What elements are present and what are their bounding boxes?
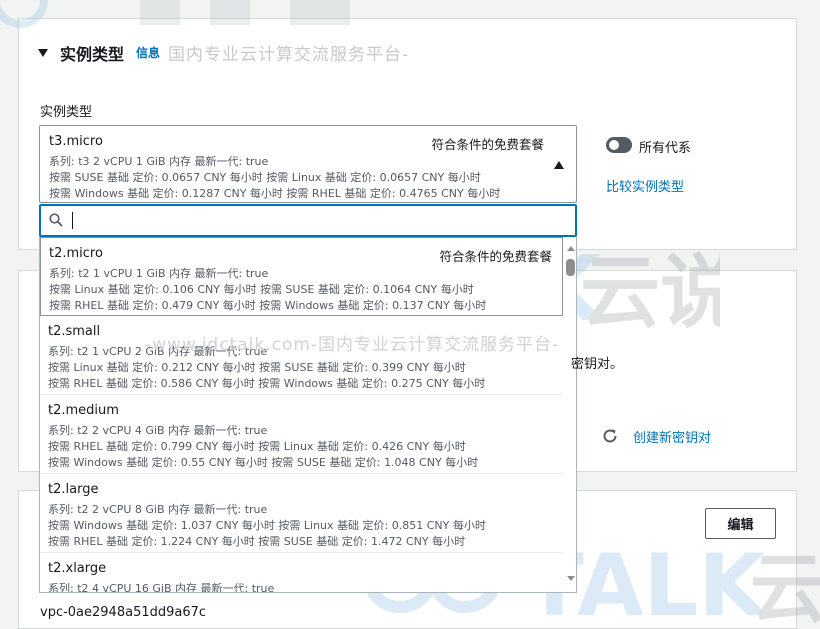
edit-button[interactable]: 编辑 <box>705 508 776 539</box>
watermark-text: -www.idctalk.com-国内专业云计算交流服务平台- <box>145 335 560 355</box>
compare-instance-types-link[interactable]: 比较实例类型 <box>606 176 684 195</box>
instance-search-input[interactable] <box>39 204 577 237</box>
selected-pricing-2: 按需 Windows 基础 定价: 0.1287 CNY 每小时 按需 RHEL… <box>49 187 501 200</box>
refresh-icon[interactable] <box>601 427 619 445</box>
option-name: t2.micro <box>49 246 103 261</box>
text-cursor <box>72 212 73 229</box>
option-t2-micro[interactable]: t2.micro 符合条件的免费套餐 系列: t2 1 vCPU 1 GiB 内… <box>40 237 563 316</box>
option-pricing-2: 按需 RHEL 基础 定价: 1.224 CNY 每小时 按需 SUSE 基础 … <box>48 535 466 548</box>
option-specs: 系列: t2 2 vCPU 4 GiB 内存 最新一代: true <box>48 424 268 437</box>
option-pricing-2: 按需 Windows 基础 定价: 0.55 CNY 每小时 按需 SUSE 基… <box>48 456 479 469</box>
section-header[interactable]: 实例类型 信息 国内专业云计算交流服务平台- <box>38 40 409 65</box>
free-tier-badge: 符合条件的免费套餐 <box>439 249 552 264</box>
instance-type-dropdown[interactable]: t2.micro 符合条件的免费套餐 系列: t2 1 vCPU 1 GiB 内… <box>39 237 577 593</box>
dropdown-scrollbar[interactable] <box>563 237 576 592</box>
all-generations-label: 所有代系 <box>639 141 692 156</box>
option-pricing-2: 按需 RHEL 基础 定价: 0.479 CNY 每小时 按需 Windows … <box>49 299 487 312</box>
scroll-up-icon[interactable] <box>567 246 575 251</box>
option-specs: 系列: t2 2 vCPU 8 GiB 内存 最新一代: true <box>48 503 268 516</box>
create-key-pair-link[interactable]: 创建新密钥对 <box>633 427 711 446</box>
scroll-down-icon[interactable] <box>567 576 575 581</box>
section-title: 实例类型 <box>60 44 125 64</box>
selected-instance-name: t3.micro <box>49 134 103 149</box>
info-link[interactable]: 信息 <box>136 44 160 61</box>
toggle-knob <box>609 140 619 150</box>
option-name: t2.large <box>48 482 99 497</box>
search-icon <box>49 213 63 227</box>
all-generations-toggle[interactable] <box>606 137 632 153</box>
option-t2-small[interactable]: t2.small 系列: t2 1 vCPU 2 GiB 内存 最新一代: tr… <box>40 316 563 395</box>
scroll-thumb[interactable] <box>566 259 575 276</box>
vpc-id: vpc-0ae2948a51dd9a67c <box>40 605 207 620</box>
option-name: t2.xlarge <box>48 561 107 576</box>
option-pricing-1: 按需 Linux 基础 定价: 0.106 CNY 每小时 按需 SUSE 基础… <box>49 283 474 296</box>
caret-up-icon[interactable] <box>554 161 564 169</box>
option-pricing-2: 按需 RHEL 基础 定价: 0.586 CNY 每小时 按需 Windows … <box>48 377 486 390</box>
option-name: t2.small <box>48 324 101 339</box>
option-t2-large[interactable]: t2.large 系列: t2 2 vCPU 8 GiB 内存 最新一代: tr… <box>40 474 563 553</box>
selected-pricing-1: 按需 SUSE 基础 定价: 0.0657 CNY 每小时 按需 Linux 基… <box>49 171 481 184</box>
option-pricing-1: 按需 RHEL 基础 定价: 0.799 CNY 每小时 按需 Linux 基础… <box>48 440 466 453</box>
option-specs: 系列: t2 4 vCPU 16 GiB 内存 最新一代: true <box>48 582 275 593</box>
option-pricing-1: 按需 Windows 基础 定价: 1.037 CNY 每小时 按需 Linux… <box>48 519 486 532</box>
free-tier-badge: 符合条件的免费套餐 <box>431 137 544 152</box>
option-t2-xlarge[interactable]: t2.xlarge 系列: t2 4 vCPU 16 GiB 内存 最新一代: … <box>40 553 563 593</box>
option-specs: 系列: t2 1 vCPU 1 GiB 内存 最新一代: true <box>49 267 269 280</box>
watermark-text: 国内专业云计算交流服务平台- <box>168 45 410 65</box>
option-pricing-1: 按需 Linux 基础 定价: 0.212 CNY 每小时 按需 SUSE 基础… <box>48 361 466 374</box>
option-t2-medium[interactable]: t2.medium 系列: t2 2 vCPU 4 GiB 内存 最新一代: t… <box>40 395 563 474</box>
caret-down-icon[interactable] <box>38 48 48 57</box>
option-name: t2.medium <box>48 403 119 418</box>
selected-specs: 系列: t3 2 vCPU 1 GiB 内存 最新一代: true <box>49 155 269 168</box>
instance-type-select[interactable]: t3.micro 符合条件的免费套餐 系列: t3 2 vCPU 1 GiB 内… <box>39 125 577 203</box>
key-pair-description: 密钥对。 <box>571 357 624 372</box>
instance-type-label: 实例类型 <box>40 105 93 120</box>
